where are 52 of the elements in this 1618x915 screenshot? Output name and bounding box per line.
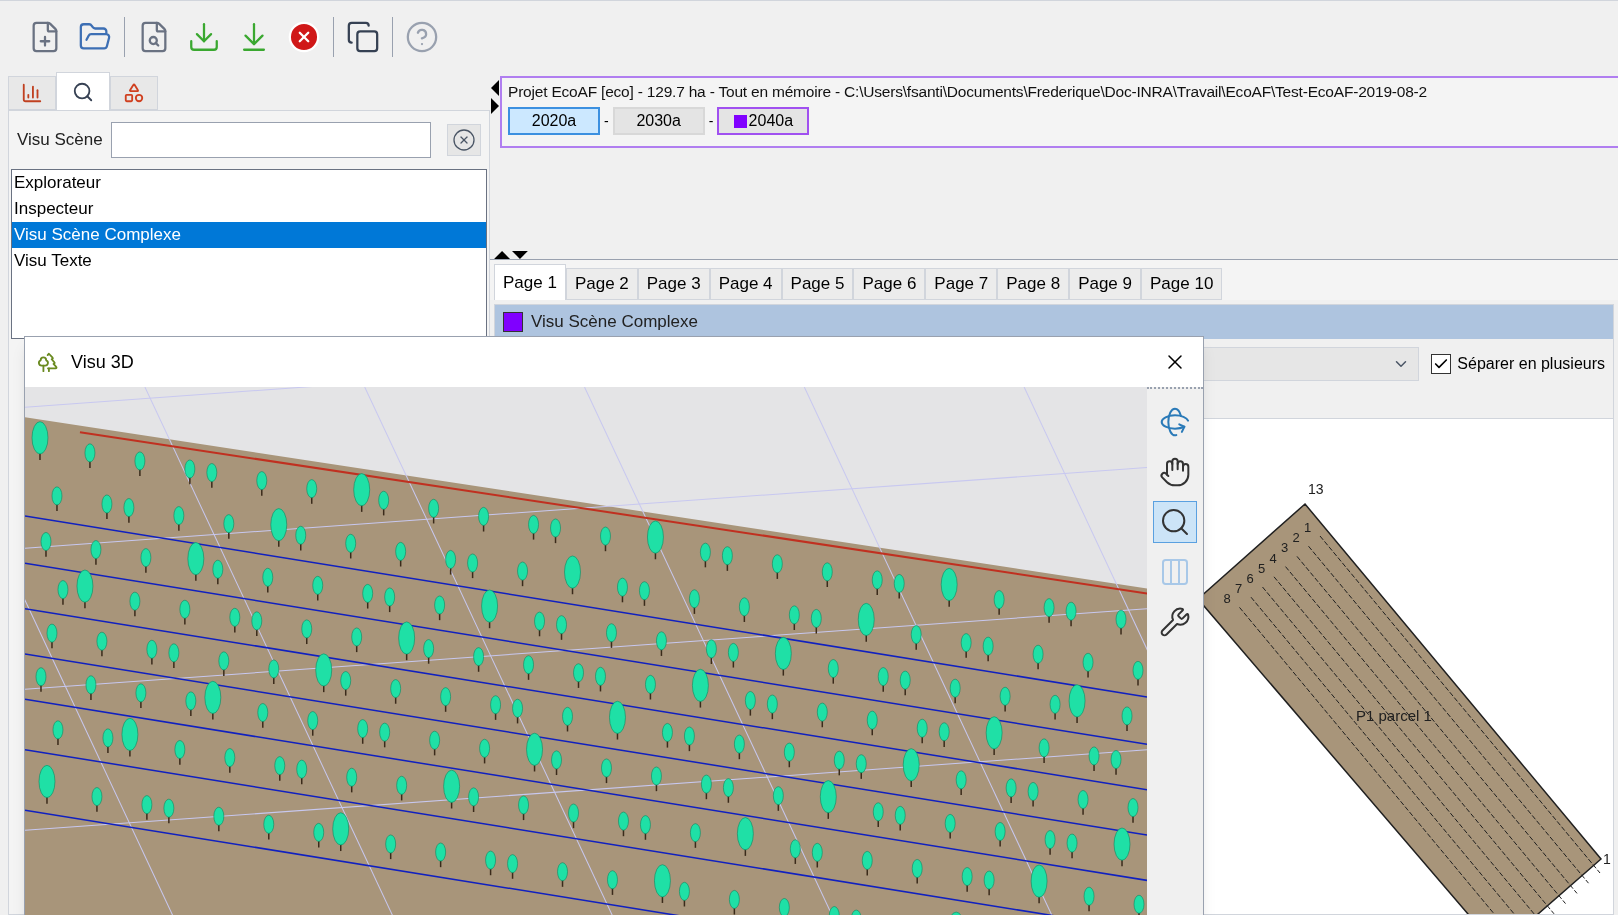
row-label: 4 — [1269, 550, 1277, 566]
page-tab[interactable]: Page 7 — [925, 268, 998, 300]
zoom-tool[interactable] — [1153, 501, 1197, 543]
separate-checkbox[interactable]: Séparer en plusieurs — [1431, 352, 1605, 376]
chart-icon — [21, 82, 43, 104]
shapes-tab[interactable] — [110, 76, 158, 110]
tools-icon — [1159, 606, 1191, 638]
search-tab[interactable] — [56, 72, 110, 110]
page-tab[interactable]: Page 4 — [709, 268, 782, 300]
year-step[interactable]: 2030a — [612, 107, 705, 136]
window-title: Visu 3D — [71, 350, 134, 374]
row-label: 7 — [1235, 581, 1243, 597]
list-item[interactable]: Visu Texte — [12, 248, 486, 274]
corner-label: 13 — [1308, 481, 1324, 497]
page-tab[interactable]: Page 1 — [494, 264, 566, 300]
rotate-icon — [1159, 406, 1191, 438]
page-tab[interactable]: Page 5 — [781, 268, 854, 300]
search-field[interactable] — [110, 122, 431, 158]
pan-icon — [1159, 456, 1191, 488]
row-label: 3 — [1281, 540, 1289, 556]
panel-title: Visu Scène Complexe — [531, 311, 698, 334]
shapes-icon — [123, 82, 145, 104]
clear-button[interactable] — [447, 124, 481, 156]
page-tab[interactable]: Page 8 — [997, 268, 1070, 300]
chart-tab[interactable] — [8, 76, 56, 110]
list-item[interactable]: Inspecteur — [12, 196, 486, 222]
project-path: Projet EcoAF [eco] - 129.7 ha - Tout en mémoire - C:\Users\fsanti\Documents\Frederique\Doc-INRA\Travail\EcoAF\Test-EcoAF-2019-08-2 — [508, 82, 1428, 102]
zoom-icon — [1159, 506, 1191, 538]
year-step[interactable]: 2040a — [717, 107, 810, 136]
page-tab[interactable]: Page 9 — [1069, 268, 1141, 300]
page-tab[interactable]: Page 10 — [1141, 268, 1223, 300]
parcel-label: P1 parcel 1 — [1356, 707, 1432, 724]
row-label: 5 — [1258, 560, 1266, 576]
corner-label: 1 — [1603, 851, 1611, 867]
year-step[interactable]: 2020a — [508, 107, 600, 136]
splitter-arrows-icon — [494, 251, 528, 259]
page-tab[interactable]: Page 3 — [637, 268, 710, 300]
page-tab[interactable]: Page 2 — [565, 268, 638, 300]
bars-icon — [1159, 556, 1191, 588]
search-label: Visu Scène — [17, 129, 103, 152]
step-separator: - — [708, 111, 714, 131]
row-label: 1 — [1304, 520, 1312, 535]
row-label: 2 — [1292, 530, 1300, 546]
list-item[interactable]: Visu Scène Complexe — [12, 222, 486, 248]
search-icon — [72, 80, 94, 103]
row-label: 6 — [1246, 571, 1254, 586]
trees-icon — [37, 351, 59, 373]
list-item[interactable]: Explorateur — [12, 170, 486, 196]
page-tab[interactable]: Page 6 — [853, 268, 926, 300]
step-separator: - — [604, 111, 609, 131]
row-label: 8 — [1223, 591, 1231, 607]
splitter-arrows-icon — [490, 80, 500, 114]
